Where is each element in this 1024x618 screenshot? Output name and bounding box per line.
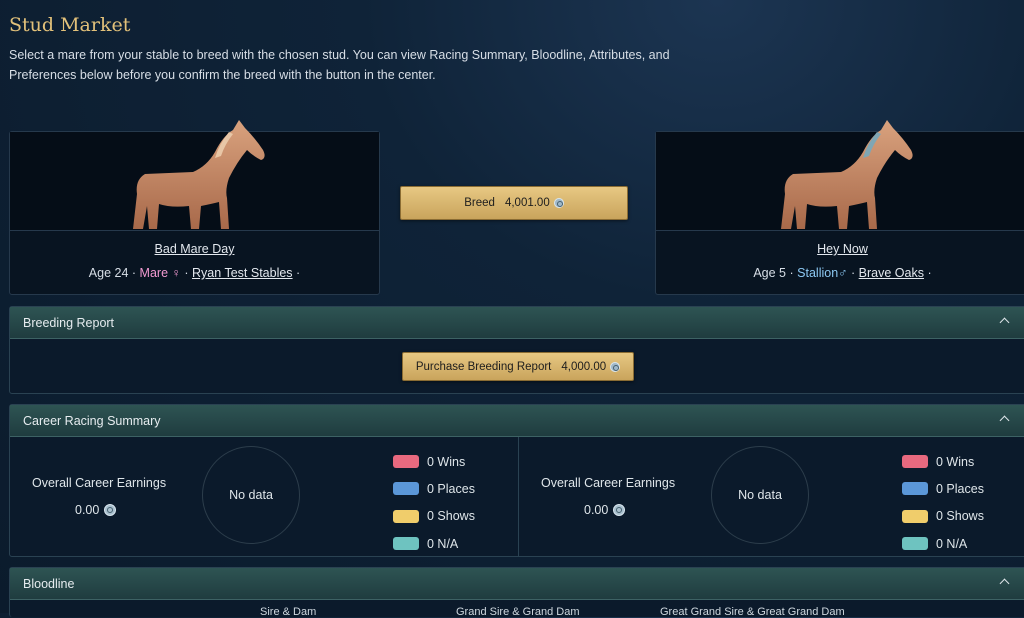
female-icon: ♀ bbox=[171, 266, 181, 280]
legend-item-wins: 0 Wins bbox=[902, 448, 984, 475]
legend-label: 0 N/A bbox=[936, 536, 968, 551]
mare-career-summary: Overall Career Earnings 0.00 No data 0 W… bbox=[10, 437, 518, 556]
bloodline-title: Bloodline bbox=[23, 576, 75, 591]
breed-price: 4,001.00 bbox=[504, 197, 550, 209]
bloodline-section: Bloodline Sire & Dam Grand Sire & Grand … bbox=[9, 567, 1024, 618]
legend-item-na: 0 N/A bbox=[393, 530, 475, 557]
legend-label: 0 Wins bbox=[427, 454, 466, 469]
page-description: Select a mare from your stable to breed … bbox=[9, 48, 670, 82]
chevron-up-icon[interactable] bbox=[999, 578, 1010, 589]
separator: · bbox=[131, 266, 137, 280]
bloodline-col-grand: Grand Sire & Grand Dam bbox=[456, 606, 580, 618]
stud-name-link[interactable]: Hey Now bbox=[656, 242, 1024, 256]
legend-label: 0 Places bbox=[936, 481, 984, 496]
mare-card[interactable]: Bad Mare Day Age 24 · Mare ♀ · Ryan Test… bbox=[9, 120, 380, 295]
mare-sex: Mare bbox=[139, 266, 169, 280]
bloodline-header[interactable]: Bloodline bbox=[10, 568, 1024, 600]
breeding-report-header[interactable]: Breeding Report bbox=[10, 307, 1024, 339]
legend-label: 0 Shows bbox=[936, 509, 984, 524]
mare-age: Age 24 bbox=[88, 266, 129, 280]
legend-swatch bbox=[902, 509, 928, 523]
coin-icon bbox=[553, 198, 564, 208]
legend-item-wins: 0 Wins bbox=[393, 448, 475, 475]
breed-button-label: Breed bbox=[464, 197, 495, 209]
page-title: Stud Market bbox=[9, 14, 131, 36]
legend-swatch bbox=[393, 482, 419, 496]
legend-swatch bbox=[393, 509, 419, 523]
no-data-label: No data bbox=[738, 488, 782, 502]
legend-label: 0 Wins bbox=[936, 454, 975, 469]
career-summary-header[interactable]: Career Racing Summary bbox=[10, 405, 1024, 437]
coin-icon bbox=[610, 361, 621, 372]
results-legend: 0 Wins 0 Places 0 Shows 0 N/A bbox=[393, 448, 475, 557]
coin-icon bbox=[104, 504, 117, 516]
bloodline-col-great-grand: Great Grand Sire & Great Grand Dam bbox=[660, 606, 845, 618]
legend-label: 0 Shows bbox=[427, 509, 475, 524]
career-racing-summary-section: Career Racing Summary Overall Career Ear… bbox=[9, 404, 1024, 557]
results-donut-chart: No data bbox=[711, 446, 809, 544]
mare-horse-image bbox=[132, 120, 265, 229]
career-summary-title: Career Racing Summary bbox=[23, 413, 161, 428]
legend-item-places: 0 Places bbox=[902, 475, 984, 502]
mare-meta: Age 24 · Mare ♀ · Ryan Test Stables · bbox=[10, 266, 379, 280]
separator: · bbox=[789, 266, 794, 280]
mare-stable-link[interactable]: Ryan Test Stables bbox=[192, 266, 293, 280]
breed-button[interactable]: Breed 4,001.00 bbox=[400, 186, 628, 220]
legend-swatch bbox=[393, 537, 419, 551]
earnings-value: 0.00 bbox=[584, 503, 626, 517]
separator: · bbox=[851, 266, 856, 280]
results-donut-chart: No data bbox=[202, 446, 300, 544]
legend-label: 0 N/A bbox=[427, 536, 459, 551]
stud-meta: Age 5 · Stallion♂ · Brave Oaks · bbox=[656, 266, 1024, 280]
legend-swatch bbox=[902, 455, 928, 469]
purchase-breeding-report-button[interactable]: Purchase Breeding Report 4,000.00 bbox=[402, 352, 634, 381]
stud-stable-link[interactable]: Brave Oaks bbox=[859, 266, 924, 280]
legend-swatch bbox=[902, 482, 928, 496]
stud-horse-image bbox=[780, 120, 913, 229]
legend-item-places: 0 Places bbox=[393, 475, 475, 502]
stud-age: Age 5 bbox=[753, 266, 787, 280]
bloodline-col-sire-dam: Sire & Dam bbox=[260, 606, 317, 618]
earnings-amount: 0.00 bbox=[75, 503, 100, 517]
earnings-label: Overall Career Earnings bbox=[32, 476, 167, 490]
chevron-up-icon[interactable] bbox=[999, 415, 1010, 426]
legend-label: 0 Places bbox=[427, 481, 475, 496]
separator: · bbox=[184, 266, 189, 280]
chevron-up-icon[interactable] bbox=[999, 317, 1010, 328]
mare-image-area bbox=[10, 120, 379, 231]
stud-sex: Stallion bbox=[797, 266, 839, 280]
legend-item-shows: 0 Shows bbox=[393, 503, 475, 530]
male-icon: ♂ bbox=[838, 266, 848, 280]
separator: · bbox=[927, 266, 932, 280]
mare-name-link[interactable]: Bad Mare Day bbox=[10, 242, 379, 256]
no-data-label: No data bbox=[229, 488, 273, 502]
legend-swatch bbox=[393, 455, 419, 469]
earnings-amount: 0.00 bbox=[584, 503, 609, 517]
breeding-report-title: Breeding Report bbox=[23, 315, 115, 330]
legend-swatch bbox=[902, 537, 928, 551]
report-price: 4,000.00 bbox=[561, 360, 607, 373]
coin-icon bbox=[613, 504, 626, 516]
purchase-report-label: Purchase Breeding Report bbox=[415, 360, 552, 373]
breeding-report-section: Breeding Report Purchase Breeding Report… bbox=[9, 306, 1024, 394]
legend-item-shows: 0 Shows bbox=[902, 503, 984, 530]
earnings-label: Overall Career Earnings bbox=[541, 476, 676, 490]
stud-career-summary: Overall Career Earnings 0.00 No data 0 W… bbox=[518, 437, 1024, 556]
legend-item-na: 0 N/A bbox=[902, 530, 984, 557]
earnings-value: 0.00 bbox=[75, 503, 117, 517]
stud-image-area bbox=[656, 120, 1024, 231]
results-legend: 0 Wins 0 Places 0 Shows 0 N/A bbox=[902, 448, 984, 557]
separator: · bbox=[296, 266, 301, 280]
stud-card[interactable]: Hey Now Age 5 · Stallion♂ · Brave Oaks · bbox=[655, 120, 1024, 295]
